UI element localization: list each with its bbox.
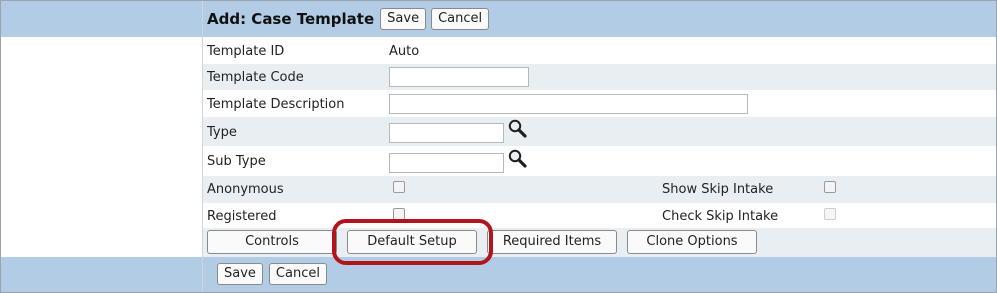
- header-band: [1, 1, 996, 37]
- type-lookup-magnifier-icon[interactable]: [507, 118, 527, 138]
- anonymous-label: Anonymous: [207, 182, 284, 197]
- type-label: Type: [207, 125, 237, 140]
- header-bar: Add: Case Template Save Cancel: [207, 8, 490, 30]
- default-setup-button[interactable]: Default Setup: [347, 230, 477, 254]
- sub-type-label: Sub Type: [207, 154, 266, 169]
- case-template-panel: Add: Case Template Save Cancel Template …: [0, 0, 997, 293]
- footer-cancel-button[interactable]: Cancel: [268, 263, 327, 285]
- sub-type-lookup-magnifier-icon[interactable]: [507, 148, 527, 168]
- footer-band: [1, 257, 996, 292]
- show-skip-intake-checkbox[interactable]: [824, 181, 836, 193]
- footer-save-button[interactable]: Save: [217, 263, 263, 285]
- footer-bar: Save Cancel: [217, 263, 327, 285]
- template-id-value: Auto: [389, 44, 420, 59]
- sub-type-input[interactable]: [389, 153, 504, 173]
- header-cancel-button[interactable]: Cancel: [431, 8, 490, 30]
- controls-button[interactable]: Controls: [207, 230, 337, 254]
- row-template-code: Template Code: [203, 64, 996, 90]
- registered-checkbox[interactable]: [393, 208, 405, 220]
- template-code-label: Template Code: [207, 70, 304, 85]
- header-save-button[interactable]: Save: [380, 8, 427, 30]
- row-registered: Registered Check Skip Intake: [203, 203, 996, 228]
- row-anonymous: Anonymous Show Skip Intake: [203, 176, 996, 203]
- required-items-button[interactable]: Required Items: [487, 230, 617, 254]
- registered-label: Registered: [207, 209, 277, 224]
- row-type: Type: [203, 117, 996, 146]
- show-skip-intake-label: Show Skip Intake: [662, 182, 774, 197]
- template-id-label: Template ID: [207, 44, 285, 59]
- row-template-id: Template ID Auto: [203, 38, 996, 64]
- template-description-label: Template Description: [207, 97, 345, 112]
- clone-options-button[interactable]: Clone Options: [627, 230, 757, 254]
- check-skip-intake-label: Check Skip Intake: [662, 209, 779, 224]
- type-input[interactable]: [389, 123, 504, 143]
- template-description-input[interactable]: [389, 94, 748, 114]
- check-skip-intake-checkbox[interactable]: [824, 208, 836, 220]
- row-template-description: Template Description: [203, 90, 996, 117]
- anonymous-checkbox[interactable]: [393, 181, 405, 193]
- row-sub-type: Sub Type: [203, 146, 996, 176]
- template-code-input[interactable]: [389, 67, 529, 87]
- page-title: Add: Case Template: [207, 10, 375, 28]
